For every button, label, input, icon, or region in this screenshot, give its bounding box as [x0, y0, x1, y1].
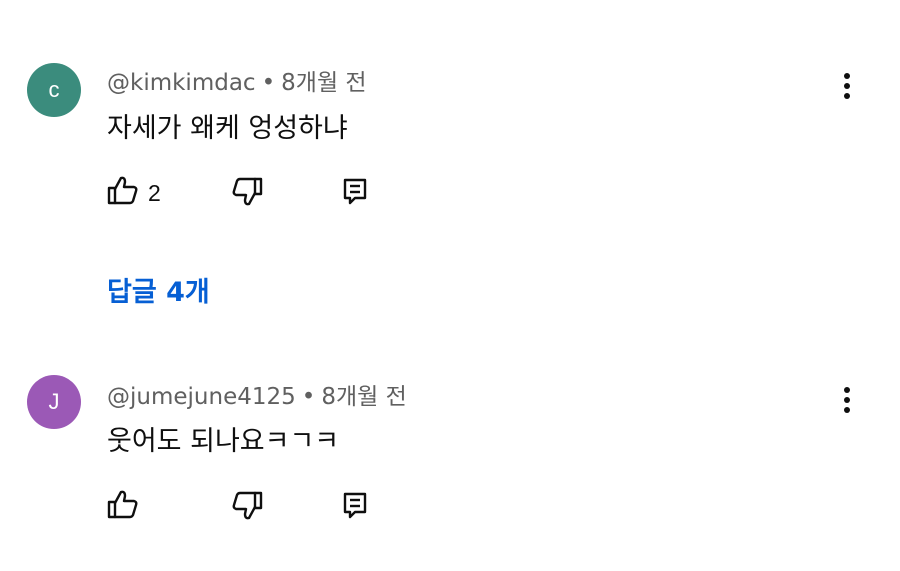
more-vert-icon	[843, 386, 851, 418]
avatar-letter: J	[48, 389, 60, 414]
like-button[interactable]	[106, 487, 148, 527]
author-name[interactable]: @jumejune4125	[107, 384, 296, 410]
comment-time[interactable]: 8개월 전	[321, 384, 406, 410]
dislike-button[interactable]	[230, 487, 264, 527]
reply-icon	[342, 490, 368, 524]
comment-text: 웃어도 되나요ㅋㄱㅋ	[107, 426, 340, 457]
comment-actions	[0, 487, 900, 527]
dislike-icon	[230, 488, 264, 526]
comment-item: J @jumejune4125 • 8개월 전 웃어도 되나요ㅋㄱㅋ	[0, 0, 900, 571]
comment-meta: @jumejune4125 • 8개월 전	[107, 377, 407, 411]
avatar[interactable]: J	[27, 375, 81, 429]
reply-button[interactable]	[342, 487, 368, 527]
meta-separator: •	[301, 384, 316, 410]
like-icon	[106, 488, 140, 526]
more-options-button[interactable]	[830, 382, 864, 422]
